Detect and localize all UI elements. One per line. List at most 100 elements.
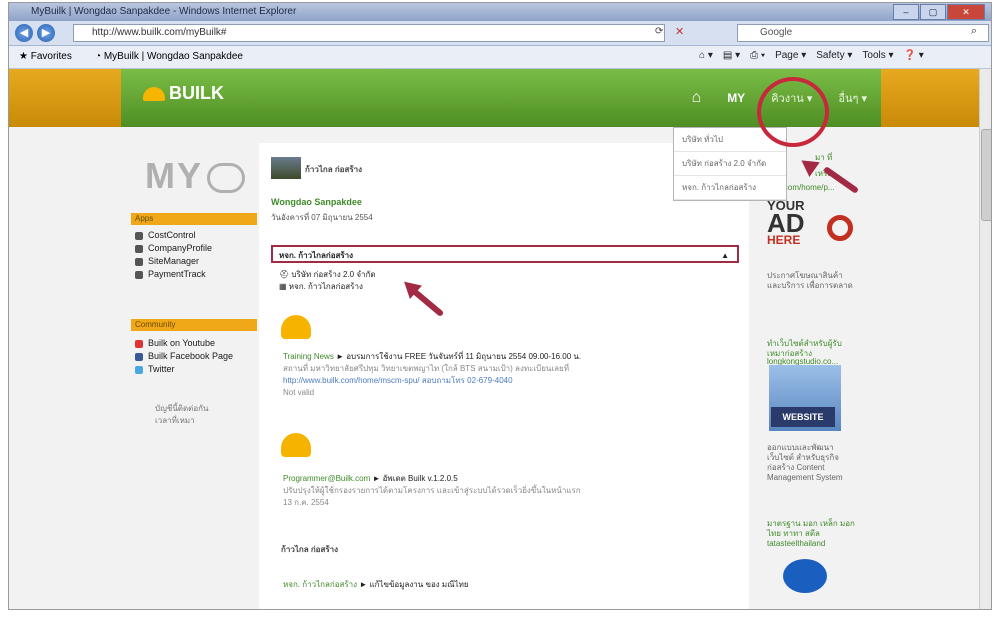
url-input[interactable]: http://www.builk.com/myBuilk#: [73, 24, 665, 42]
payment-icon: [135, 270, 143, 279]
hardhat-avatar: [281, 433, 311, 457]
close-button[interactable]: ✕: [947, 4, 985, 20]
feed-post: หจก. ก้าวไกลก่อสร้าง ► แก้ไขข้อมูลงาน ขอ…: [283, 579, 469, 591]
company-photo: [271, 157, 301, 179]
safety-menu[interactable]: Safety ▾: [816, 50, 852, 61]
note-line-1: บัญชีนี้ติดต่อกัน: [155, 404, 209, 413]
favorites-button[interactable]: ★ Favorites: [19, 51, 72, 62]
search-icon[interactable]: ⌕: [971, 25, 977, 38]
cost-icon: [135, 231, 143, 240]
website-badge: WEBSITE: [771, 407, 835, 427]
user-date: วันอังคารที่ 07 มิถุนายน 2554: [271, 213, 373, 222]
profile-icon: [135, 244, 143, 253]
help-icon[interactable]: ❓ ▾: [904, 50, 924, 61]
option-item[interactable]: ⛑ บริษัท ก่อสร้าง 2.0 จำกัด: [279, 269, 376, 281]
community-label: Twitter: [148, 364, 175, 374]
post-source[interactable]: Training News: [283, 352, 334, 361]
company-select[interactable]: หจก. ก้าวไกลก่อสร้าง ▲: [271, 245, 739, 263]
apps-heading: Apps: [131, 213, 257, 225]
feed-post: Programmer@Builk.com ► อัพเดต Builk v.1.…: [283, 473, 581, 509]
maximize-button[interactable]: ▢: [920, 4, 946, 20]
rc-link2-title[interactable]: ทำเว็บไซต์สำหรับผู้รับเหมาก่อสร้าง: [767, 339, 855, 359]
home-icon[interactable]: ⌂: [692, 89, 702, 107]
option-label: หจก. ก้าวไกลก่อสร้าง: [288, 282, 363, 291]
page-menu[interactable]: Page ▾: [775, 50, 806, 61]
community-twitter[interactable]: Twitter: [135, 363, 233, 376]
post-detail: ปรับปรุงให้ผู้ใช้กรองรายการได้ตามโครงการ…: [283, 486, 581, 495]
search-input[interactable]: Google: [737, 24, 989, 42]
command-bar: ⌂ ▾ ▤ ▾ ⎙ ▾ Page ▾ Safety ▾ Tools ▾ ❓ ▾: [699, 50, 924, 61]
sidebar-note: บัญชีนี้ติดต่อกัน เวลาที่เหมา: [155, 403, 209, 427]
hardhat-icon: [143, 87, 165, 102]
window-title: MyBuilk | Wongdao Sanpakdee - Windows In…: [31, 6, 297, 17]
feeds-icon[interactable]: ▤ ▾: [723, 50, 740, 61]
print-icon[interactable]: ⎙ ▾: [750, 50, 765, 61]
post-source[interactable]: Programmer@Builk.com: [283, 474, 370, 483]
app-item-companyprofile[interactable]: CompanyProfile: [135, 242, 212, 255]
app-label: SiteManager: [148, 256, 200, 266]
tab-label: MyBuilk | Wongdao Sanpakdee: [103, 51, 243, 62]
dropdown-item[interactable]: บริษัท ก่อสร้าง 2.0 จำกัด: [674, 152, 786, 176]
community-list: Builk on Youtube Builk Facebook Page Twi…: [135, 337, 233, 376]
hardhat-avatar: [281, 315, 311, 339]
app-item-costcontrol[interactable]: CostControl: [135, 229, 212, 242]
scrollbar[interactable]: [979, 69, 991, 609]
refresh-icon[interactable]: ⟳: [655, 26, 663, 37]
company-logo: ก้าวไกล ก่อสร้าง: [305, 165, 363, 174]
minimize-button[interactable]: –: [893, 4, 919, 20]
community-facebook[interactable]: Builk Facebook Page: [135, 350, 233, 363]
rc-desc3: ออกแบบและพัฒนาเว็บไซต์ สำหรับธุรกิจก่อสร…: [767, 443, 843, 482]
tools-menu[interactable]: Tools ▾: [862, 50, 893, 61]
community-label: Builk on Youtube: [148, 338, 216, 348]
post-meta: 13 ก.ค. 2554: [283, 498, 329, 507]
app-label: CostControl: [148, 230, 196, 240]
select-value: หจก. ก้าวไกลก่อสร้าง: [279, 251, 354, 260]
rc-link4-title[interactable]: มาตรฐาน มอก เหล็ก มอก ไทย ทาทา สตีล: [767, 519, 859, 539]
favorites-label: Favorites: [30, 51, 72, 62]
scrollbar-thumb[interactable]: [981, 129, 991, 221]
browser-tab[interactable]: ◔ MyBuilk | Wongdao Sanpakdee: [95, 51, 243, 62]
post-meta: Not valid: [283, 388, 315, 397]
home-cmd-icon[interactable]: ⌂ ▾: [699, 50, 713, 61]
tata-logo[interactable]: [783, 559, 827, 593]
dropdown-item[interactable]: หจก. ก้าวไกลก่อสร้าง: [674, 176, 786, 200]
post-source[interactable]: หจก. ก้าวไกลก่อสร้าง: [283, 580, 357, 589]
post-detail: สถานที่ มหาวิทยาลัยศรีปทุม วิทยาเขตพญาไท…: [283, 364, 569, 373]
apps-list: CostControl CompanyProfile SiteManager P…: [135, 229, 212, 281]
app-label: CompanyProfile: [148, 243, 213, 253]
facebook-icon: [135, 352, 143, 361]
cloud-icon: [207, 163, 245, 194]
site-header: BUILK ⌂ MY คิวงาน ▾ อื่นๆ ▾: [9, 69, 979, 127]
stop-icon[interactable]: ✕: [675, 25, 684, 38]
nav-item-2[interactable]: อื่นๆ ▾: [838, 89, 867, 107]
builk-logo[interactable]: BUILK: [143, 83, 224, 104]
rc-link4-url[interactable]: tatasteelthailand: [767, 539, 859, 549]
company-options: ⛑ บริษัท ก่อสร้าง 2.0 จำกัด ▦ หจก. ก้าวไ…: [279, 269, 376, 293]
post-title: ► อัพเดต Builk v.1.2.0.5: [372, 474, 458, 483]
forward-icon[interactable]: ▶: [37, 24, 55, 42]
post-link[interactable]: http://www.builk.com/home/mscm-spu/ สอบถ…: [283, 375, 581, 387]
main-feed: ก้าวไกล ก่อสร้าง Wongdao Sanpakdee วันอั…: [259, 143, 749, 609]
community-label: Builk Facebook Page: [148, 351, 234, 361]
browser-window: MyBuilk | Wongdao Sanpakdee - Windows In…: [8, 2, 992, 610]
app-item-sitemanager[interactable]: SiteManager: [135, 255, 212, 268]
ad-desc: ประกาศโฆษณาสินค้าและบริการ เพื่อการตลาด: [767, 271, 853, 290]
title-bar: MyBuilk | Wongdao Sanpakdee - Windows In…: [9, 3, 991, 21]
option-label: บริษัท ก่อสร้าง 2.0 จำกัด: [291, 270, 376, 279]
post-title: ► อบรมการใช้งาน FREE วันจันทร์ที่ 11 มิถ…: [336, 352, 582, 361]
company-logo-2: ก้าวไกล ก่อสร้าง: [281, 545, 339, 554]
community-heading: Community: [131, 319, 257, 331]
user-name[interactable]: Wongdao Sanpakdee: [271, 197, 362, 207]
logo-text: BUILK: [169, 83, 224, 103]
nav-my[interactable]: MY: [727, 91, 745, 105]
back-icon[interactable]: ◀: [15, 24, 33, 42]
twitter-icon: [135, 365, 143, 374]
site-icon: [135, 257, 143, 266]
option-item[interactable]: ▦ หจก. ก้าวไกลก่อสร้าง: [279, 281, 376, 293]
dropdown-arrow-icon[interactable]: ▲: [721, 247, 729, 265]
favorites-bar: ★ Favorites ◔ MyBuilk | Wongdao Sanpakde…: [9, 46, 991, 69]
app-item-paymenttrack[interactable]: PaymentTrack: [135, 268, 212, 281]
note-line-2: เวลาที่เหมา: [155, 416, 195, 425]
youtube-icon: [135, 339, 143, 348]
community-youtube[interactable]: Builk on Youtube: [135, 337, 233, 350]
